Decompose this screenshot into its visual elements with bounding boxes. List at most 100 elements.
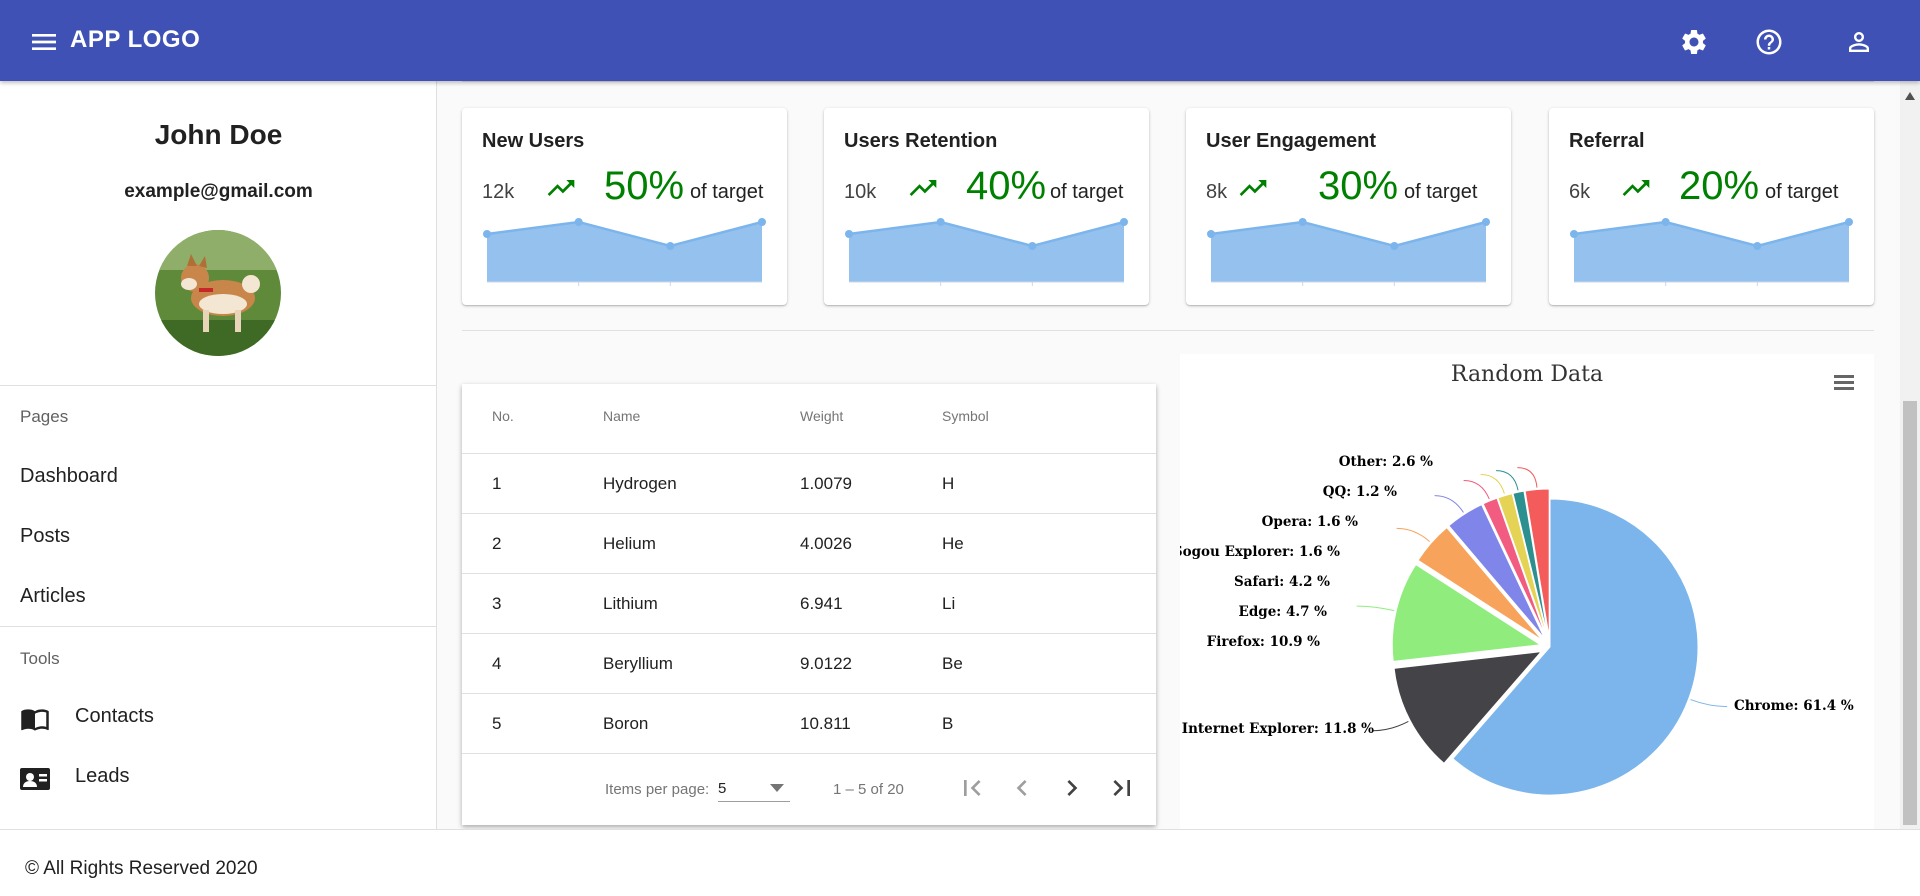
- sparkline-point: [1482, 218, 1490, 226]
- column-header-symbol[interactable]: Symbol: [942, 408, 989, 424]
- sparkline-point: [845, 230, 853, 238]
- table-cell: 6.941: [800, 594, 843, 613]
- card-count: 8k: [1206, 181, 1228, 203]
- sparkline-point: [1028, 242, 1037, 250]
- app-logo[interactable]: APP LOGO: [70, 26, 200, 54]
- sparkline-point: [483, 230, 491, 238]
- avatar: [155, 230, 281, 356]
- sparkline-area: [1574, 222, 1849, 282]
- copyright-text: © All Rights Reserved 2020: [25, 858, 258, 879]
- card-suffix: of target: [1765, 181, 1839, 203]
- card-count: 10k: [844, 181, 877, 203]
- menu-icon[interactable]: [28, 26, 60, 58]
- first-page-icon[interactable]: [956, 772, 988, 804]
- profile-email: example@gmail.com: [124, 181, 313, 202]
- card-count: 12k: [482, 181, 515, 203]
- sparkline-point: [1661, 218, 1670, 226]
- divider: [462, 81, 1874, 82]
- pie-data-label: Sogou Explorer: 1.6 %: [1180, 544, 1340, 560]
- table-row[interactable]: 2 Helium 4.0026 He: [462, 513, 1156, 573]
- table-cell: B: [942, 714, 954, 733]
- top-app-bar: APP LOGO: [0, 0, 1920, 81]
- sparkline-point: [936, 218, 945, 226]
- sidebar: John Doe example@gmail.com Pages Dashboa…: [0, 81, 437, 829]
- scroll-up-arrow-icon[interactable]: [1905, 87, 1915, 100]
- profile-name: John Doe: [154, 119, 283, 150]
- sparkline-point: [1390, 242, 1399, 250]
- card-title: Users Retention: [844, 130, 998, 152]
- sparkline-point: [1120, 218, 1128, 226]
- data-table: No. Name Weight Symbol 1 Hydrogen 1.0079…: [462, 384, 1156, 825]
- page-size-value: 5: [718, 780, 727, 797]
- table-row[interactable]: 3 Lithium 6.941 Li: [462, 573, 1156, 633]
- book-icon: [20, 707, 50, 733]
- table-row[interactable]: 4 Beryllium 9.0122 Be: [462, 633, 1156, 693]
- card-suffix: of target: [1050, 181, 1124, 203]
- table-cell: 5: [492, 714, 502, 733]
- sidebar-item-articles[interactable]: Articles: [20, 585, 86, 608]
- sparkline-point: [1845, 218, 1853, 226]
- sidebar-item-label: Leads: [75, 765, 130, 787]
- card-title: New Users: [482, 130, 585, 152]
- pie-connector: [1463, 479, 1490, 500]
- card-title: User Engagement: [1206, 130, 1377, 152]
- sparkline-area: [849, 222, 1124, 282]
- previous-page-icon[interactable]: [1006, 772, 1038, 804]
- sparkline-chart: [1570, 218, 1853, 286]
- sparkline-point: [1753, 242, 1762, 250]
- divider: [0, 385, 437, 386]
- gear-icon[interactable]: [1676, 24, 1712, 60]
- items-per-page-label: Items per page:: [605, 781, 710, 798]
- card-suffix: of target: [1404, 181, 1478, 203]
- pie-chart: Chrome: 61.4 % Internet Explorer: 11.8 % F…: [1180, 454, 1854, 796]
- stat-card-user-engagement: User Engagement 8k 30% of target: [1186, 108, 1511, 305]
- sparkline-point: [1298, 218, 1307, 226]
- pie-chart-card: Random Data Chrome: 61.4 % Internet Explo…: [1180, 354, 1874, 829]
- pie-data-label: Internet Explorer: 11.8 %: [1182, 721, 1374, 737]
- page-size-select[interactable]: 5: [718, 776, 790, 802]
- table-cell: Be: [942, 654, 963, 673]
- card-percent: 30%: [1318, 164, 1399, 208]
- sidebar-item-posts[interactable]: Posts: [20, 525, 70, 548]
- pie-data-label: Edge: 4.7 %: [1239, 604, 1328, 620]
- table-cell: Helium: [603, 534, 656, 553]
- table-cell: Hydrogen: [603, 474, 677, 493]
- sparkline-point: [1570, 230, 1578, 238]
- table-cell: Beryllium: [603, 654, 673, 673]
- column-header-weight[interactable]: Weight: [800, 408, 843, 424]
- sparkline-point: [574, 218, 583, 226]
- contact-card-icon: [20, 767, 50, 793]
- divider: [462, 753, 1156, 754]
- scrollbar[interactable]: [1900, 81, 1920, 829]
- footer: © All Rights Reserved 2020: [0, 829, 1920, 896]
- table-cell: 10.811: [800, 714, 851, 733]
- table-row[interactable]: 5 Boron 10.811 B: [462, 693, 1156, 753]
- pie-data-label: QQ: 1.2 %: [1323, 484, 1397, 500]
- chevron-down-icon: [770, 784, 784, 792]
- trending-up-icon: [1234, 172, 1272, 204]
- help-circle-icon[interactable]: [1751, 24, 1787, 60]
- trending-up-icon: [904, 172, 942, 204]
- table-cell: He: [942, 534, 964, 553]
- pie-data-label: Other: 2.6 %: [1339, 454, 1433, 470]
- sparkline-chart: [1207, 218, 1490, 286]
- pie-data-label: Opera: 1.6 %: [1262, 514, 1359, 530]
- trending-up-icon: [1617, 172, 1655, 204]
- stat-card-users-retention: Users Retention 10k 40% of target: [824, 108, 1149, 305]
- card-percent: 40%: [966, 164, 1047, 208]
- table-cell: Boron: [603, 714, 649, 733]
- table-row[interactable]: 1 Hydrogen 1.0079 H: [462, 453, 1156, 513]
- next-page-icon[interactable]: [1056, 772, 1088, 804]
- scrollbar-thumb[interactable]: [1903, 401, 1917, 825]
- sparkline-point: [666, 242, 675, 250]
- pie-connector: [1396, 527, 1430, 542]
- last-page-icon[interactable]: [1106, 772, 1138, 804]
- sidebar-item-label: Contacts: [75, 705, 154, 727]
- account-icon[interactable]: [1841, 24, 1877, 60]
- pie-connector: [1372, 720, 1409, 732]
- table-cell: Li: [942, 594, 956, 613]
- column-header-no[interactable]: No.: [492, 408, 514, 424]
- column-header-name[interactable]: Name: [603, 408, 640, 424]
- sidebar-item-dashboard[interactable]: Dashboard: [20, 465, 118, 488]
- trending-up-icon: [542, 172, 580, 204]
